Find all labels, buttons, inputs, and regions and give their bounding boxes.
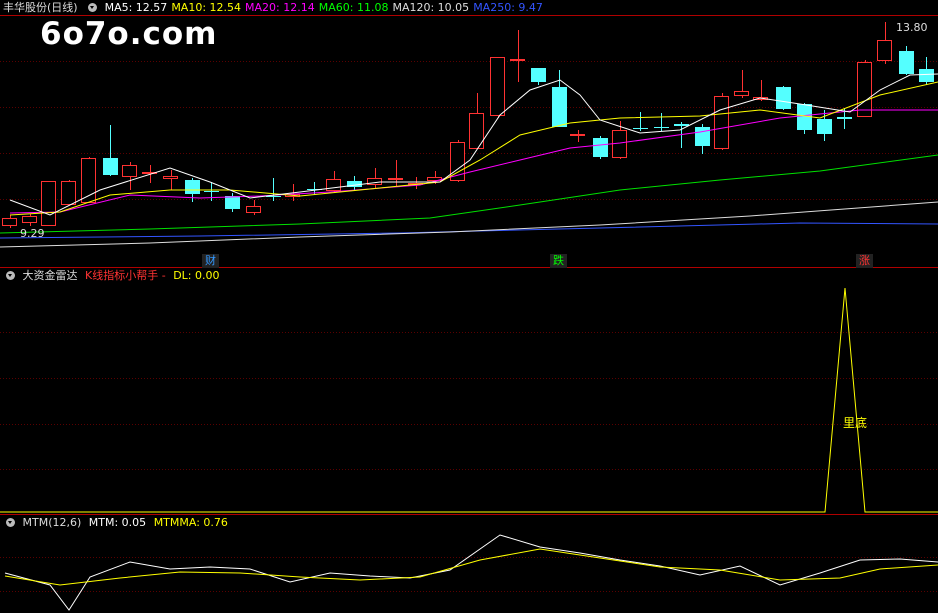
ma-label-3: MA60: 11.08 (318, 1, 389, 14)
candle[interactable] (531, 68, 546, 85)
candle[interactable] (408, 177, 423, 189)
dl-value: DL: 0.00 (173, 269, 220, 282)
settings-icon[interactable] (88, 3, 98, 12)
candle[interactable] (61, 180, 76, 205)
candle[interactable] (695, 124, 710, 154)
ma120-line (0, 201, 938, 248)
ma-label-0: MA5: 12.57 (104, 1, 168, 14)
candle[interactable] (899, 46, 914, 75)
mtm-panel[interactable]: MTM(12,6) MTM: 0.05 MTMMA: 0.76 (0, 515, 938, 613)
event-marker-cai[interactable]: 财 (202, 254, 219, 268)
candle[interactable] (552, 70, 567, 127)
indicator-subtitle: K线指标小帮手 - (85, 269, 166, 282)
event-marker-die[interactable]: 跌 (550, 254, 567, 268)
candle[interactable] (510, 30, 525, 82)
candle[interactable] (163, 170, 178, 190)
candle[interactable] (103, 125, 118, 176)
candle[interactable] (797, 103, 812, 134)
candle[interactable] (22, 214, 37, 226)
low-price-label: 9.29 (20, 227, 45, 240)
indicator-chart[interactable] (0, 268, 938, 515)
watermark-logo: 6o7o.com (40, 16, 218, 52)
candle[interactable] (225, 193, 240, 212)
mtmma-value: MTMMA: 0.76 (153, 516, 228, 529)
candle[interactable] (122, 162, 137, 190)
candle[interactable] (326, 171, 341, 193)
candle[interactable] (734, 70, 749, 98)
ma250-line (0, 222, 938, 239)
ma-label-5: MA250: 9.47 (473, 1, 543, 14)
indicator-header: 大资金雷达 K线指标小帮手 - DL: 0.00 (0, 268, 223, 284)
candle[interactable] (570, 130, 585, 142)
candle[interactable] (857, 60, 872, 117)
settings-icon[interactable] (6, 271, 15, 280)
high-price-label: 13.80 (896, 21, 928, 34)
candle[interactable] (877, 22, 892, 64)
candle[interactable] (654, 113, 669, 131)
indicator-title: 大资金雷达 (22, 269, 78, 282)
mtm-title: MTM(12,6) (22, 516, 82, 529)
event-marker-zhang[interactable]: 涨 (856, 254, 873, 268)
candle[interactable] (593, 136, 608, 159)
peak-label: 里底 (843, 416, 868, 430)
stock-title: 丰华股份(日线) (3, 1, 78, 14)
settings-icon[interactable] (6, 518, 15, 527)
candle[interactable] (633, 112, 648, 131)
candle[interactable] (776, 86, 791, 110)
candle[interactable] (246, 200, 261, 215)
ma-label-4: MA120: 10.05 (392, 1, 470, 14)
candle[interactable] (2, 215, 17, 228)
ma-label-1: MA10: 12.54 (171, 1, 242, 14)
main-header: 丰华股份(日线) MA5: 12.57 MA10: 12.54 MA20: 12.1… (0, 0, 551, 16)
candle[interactable] (347, 176, 362, 191)
ma60-line (0, 154, 938, 234)
main-chart-panel[interactable]: 丰华股份(日线) MA5: 12.57 MA10: 12.54 MA20: 12.1… (0, 0, 938, 268)
candle[interactable] (367, 168, 382, 189)
candle[interactable] (714, 93, 729, 150)
candle[interactable] (266, 178, 281, 201)
candle[interactable] (41, 181, 56, 226)
mtm-line (4, 534, 938, 611)
mtm-header: MTM(12,6) MTM: 0.05 MTMMA: 0.76 (0, 515, 232, 531)
indicator-panel[interactable]: 大资金雷达 K线指标小帮手 - DL: 0.00 里底 (0, 268, 938, 515)
mtm-value: MTM: 0.05 (88, 516, 147, 529)
ma-label-2: MA20: 12.14 (245, 1, 315, 14)
candle[interactable] (469, 93, 484, 149)
candle[interactable] (490, 57, 505, 118)
dl-line (0, 287, 938, 513)
